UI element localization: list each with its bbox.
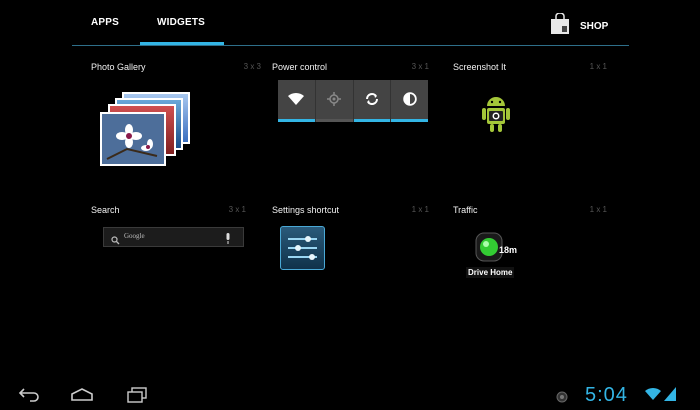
- tab-widgets[interactable]: WIDGETS: [138, 0, 224, 44]
- gps-icon: [326, 91, 342, 112]
- toggle-on-indicator: [391, 119, 428, 122]
- wifi-toggle[interactable]: [278, 80, 316, 122]
- widget-dimensions: 3 x 1: [228, 205, 246, 214]
- settings-sliders-icon[interactable]: [280, 226, 325, 270]
- toggle-off-indicator: [315, 119, 353, 122]
- notification-indicator-icon[interactable]: [556, 390, 568, 408]
- traffic-time: 18m: [499, 245, 518, 255]
- screenshot-it-preview[interactable]: [478, 94, 514, 136]
- widget-name: Search: [91, 205, 120, 215]
- shop-button[interactable]: SHOP: [550, 11, 609, 40]
- widget-dimensions: 3 x 1: [411, 62, 429, 71]
- recent-apps-icon[interactable]: [126, 387, 148, 408]
- widget-dimensions: 1 x 1: [589, 205, 607, 214]
- search-widget-preview[interactable]: Google: [103, 227, 244, 247]
- widget-dimensions: 1 x 1: [589, 62, 607, 71]
- power-control-preview[interactable]: [278, 80, 428, 122]
- gps-toggle[interactable]: [315, 80, 354, 122]
- status-clock: 5:04: [585, 384, 628, 406]
- back-icon[interactable]: [18, 386, 40, 407]
- widget-name: Screenshot It: [453, 62, 507, 72]
- brightness-toggle[interactable]: [391, 80, 428, 122]
- widget-name: Photo Gallery: [91, 62, 146, 72]
- microphone-icon: [225, 231, 231, 249]
- widget-name: Settings shortcut: [272, 205, 340, 215]
- widget-name: Power control: [272, 62, 328, 72]
- toggle-on-indicator: [278, 119, 315, 122]
- search-icon: [111, 232, 120, 250]
- photo-flower: [100, 112, 166, 166]
- photo-gallery-preview[interactable]: [98, 90, 198, 168]
- wifi-icon: [287, 92, 305, 111]
- sync-toggle[interactable]: [353, 80, 392, 122]
- tab-apps[interactable]: APPS: [72, 0, 138, 44]
- widget-dimensions: 1 x 1: [411, 205, 429, 214]
- traffic-label: Drive Home: [466, 267, 515, 278]
- toggle-on-indicator: [353, 119, 391, 122]
- search-placeholder: Google: [124, 232, 145, 240]
- home-icon[interactable]: [70, 388, 94, 407]
- widget-name: Traffic: [453, 205, 478, 215]
- battery-icon: [662, 385, 678, 408]
- sync-icon: [364, 91, 380, 112]
- shopping-bag-icon: [550, 11, 570, 40]
- shop-label: SHOP: [580, 20, 609, 32]
- wifi-signal-icon: [644, 387, 662, 406]
- widget-dimensions: 3 x 3: [243, 62, 261, 71]
- top-tab-bar: APPS WIDGETS SHOP: [0, 0, 700, 46]
- android-camera-icon: [478, 97, 514, 140]
- top-divider: [72, 45, 629, 46]
- brightness-icon: [402, 91, 418, 112]
